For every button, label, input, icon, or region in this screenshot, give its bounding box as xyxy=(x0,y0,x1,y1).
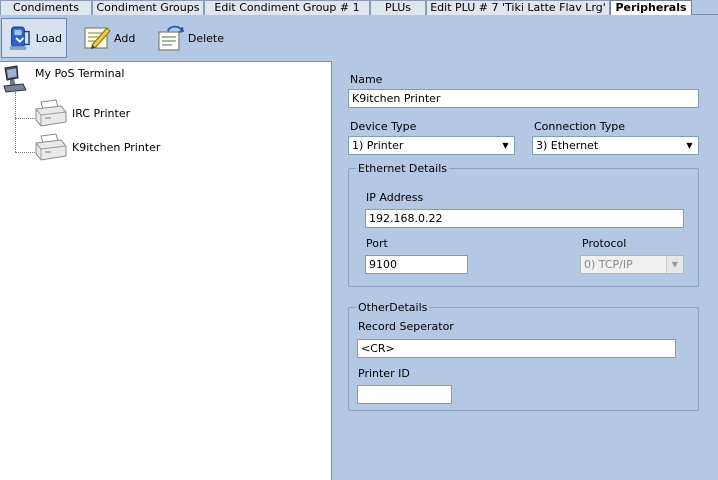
tree-connector xyxy=(15,92,16,152)
tree-node-label: K9itchen Printer xyxy=(72,140,161,154)
connection-type-select[interactable]: 3) Ethernet ▼ xyxy=(532,136,699,155)
tree-connector xyxy=(15,118,35,119)
tab-strip: Condiments Condiment Groups Edit Condime… xyxy=(0,0,718,16)
other-details-title: OtherDetails xyxy=(356,301,430,314)
device-type-select[interactable]: 1) Printer ▼ xyxy=(348,136,515,155)
tab-edit-plu[interactable]: Edit PLU # 7 'Tiki Latte Flav Lrg' xyxy=(426,0,610,15)
connection-type-label: Connection Type xyxy=(534,120,626,133)
device-type-value: 1) Printer xyxy=(352,139,404,152)
delete-icon xyxy=(158,25,185,51)
protocol-value: 0) TCP/IP xyxy=(584,258,633,271)
port-label: Port xyxy=(366,237,388,250)
tab-peripherals[interactable]: Peripherals xyxy=(610,0,692,16)
tree-node-label: My PoS Terminal xyxy=(35,66,125,80)
add-label: Add xyxy=(114,31,136,45)
tree-node-printer[interactable]: IRC Printer xyxy=(34,98,130,128)
ip-address-input[interactable] xyxy=(365,209,684,228)
tree-connector xyxy=(15,152,35,153)
add-button[interactable]: Add xyxy=(78,18,140,58)
ethernet-details-group: Ethernet Details IP Address Port Protoco… xyxy=(348,162,699,287)
dropdown-arrow-icon[interactable]: ▼ xyxy=(497,137,514,154)
dropdown-arrow-icon[interactable]: ▼ xyxy=(681,137,698,154)
tab-plus[interactable]: PLUs xyxy=(370,0,426,15)
tree-node-label: IRC Printer xyxy=(72,106,131,120)
printer-id-input[interactable] xyxy=(357,385,452,404)
protocol-select[interactable]: 0) TCP/IP ▼ xyxy=(580,255,684,274)
record-separator-label: Record Seperator xyxy=(358,320,454,333)
record-separator-input[interactable] xyxy=(357,339,676,358)
tree-node-terminal[interactable]: My PoS Terminal xyxy=(1,64,124,94)
load-button[interactable]: Load xyxy=(1,18,67,58)
protocol-label: Protocol xyxy=(582,237,627,250)
dropdown-arrow-icon[interactable]: ▼ xyxy=(666,256,683,273)
name-input[interactable] xyxy=(348,89,699,108)
printer-id-label: Printer ID xyxy=(358,367,410,380)
tab-condiments[interactable]: Condiments xyxy=(0,0,92,15)
other-details-group: OtherDetails Record Seperator Printer ID xyxy=(348,301,699,411)
delete-button[interactable]: Delete xyxy=(152,18,228,58)
tab-edit-condiment-group[interactable]: Edit Condiment Group # 1 xyxy=(204,0,370,15)
ip-address-label: IP Address xyxy=(366,191,424,204)
add-icon xyxy=(84,27,111,49)
printer-icon xyxy=(35,99,67,127)
load-label: Load xyxy=(35,31,62,45)
peripheral-tree: My PoS Terminal IRC Printer K9itchen Pri… xyxy=(0,61,332,480)
ethernet-details-title: Ethernet Details xyxy=(356,162,450,175)
tab-condiment-groups[interactable]: Condiment Groups xyxy=(92,0,204,15)
tree-node-printer[interactable]: K9itchen Printer xyxy=(34,132,160,162)
pos-terminal-icon xyxy=(3,65,27,93)
load-icon xyxy=(9,26,30,50)
connection-type-value: 3) Ethernet xyxy=(536,139,599,152)
device-type-label: Device Type xyxy=(350,120,417,133)
name-label: Name xyxy=(350,73,383,86)
delete-label: Delete xyxy=(187,31,224,45)
toolbar: Load Add Delete xyxy=(0,15,718,61)
port-input[interactable] xyxy=(365,255,468,274)
printer-icon xyxy=(35,133,67,161)
